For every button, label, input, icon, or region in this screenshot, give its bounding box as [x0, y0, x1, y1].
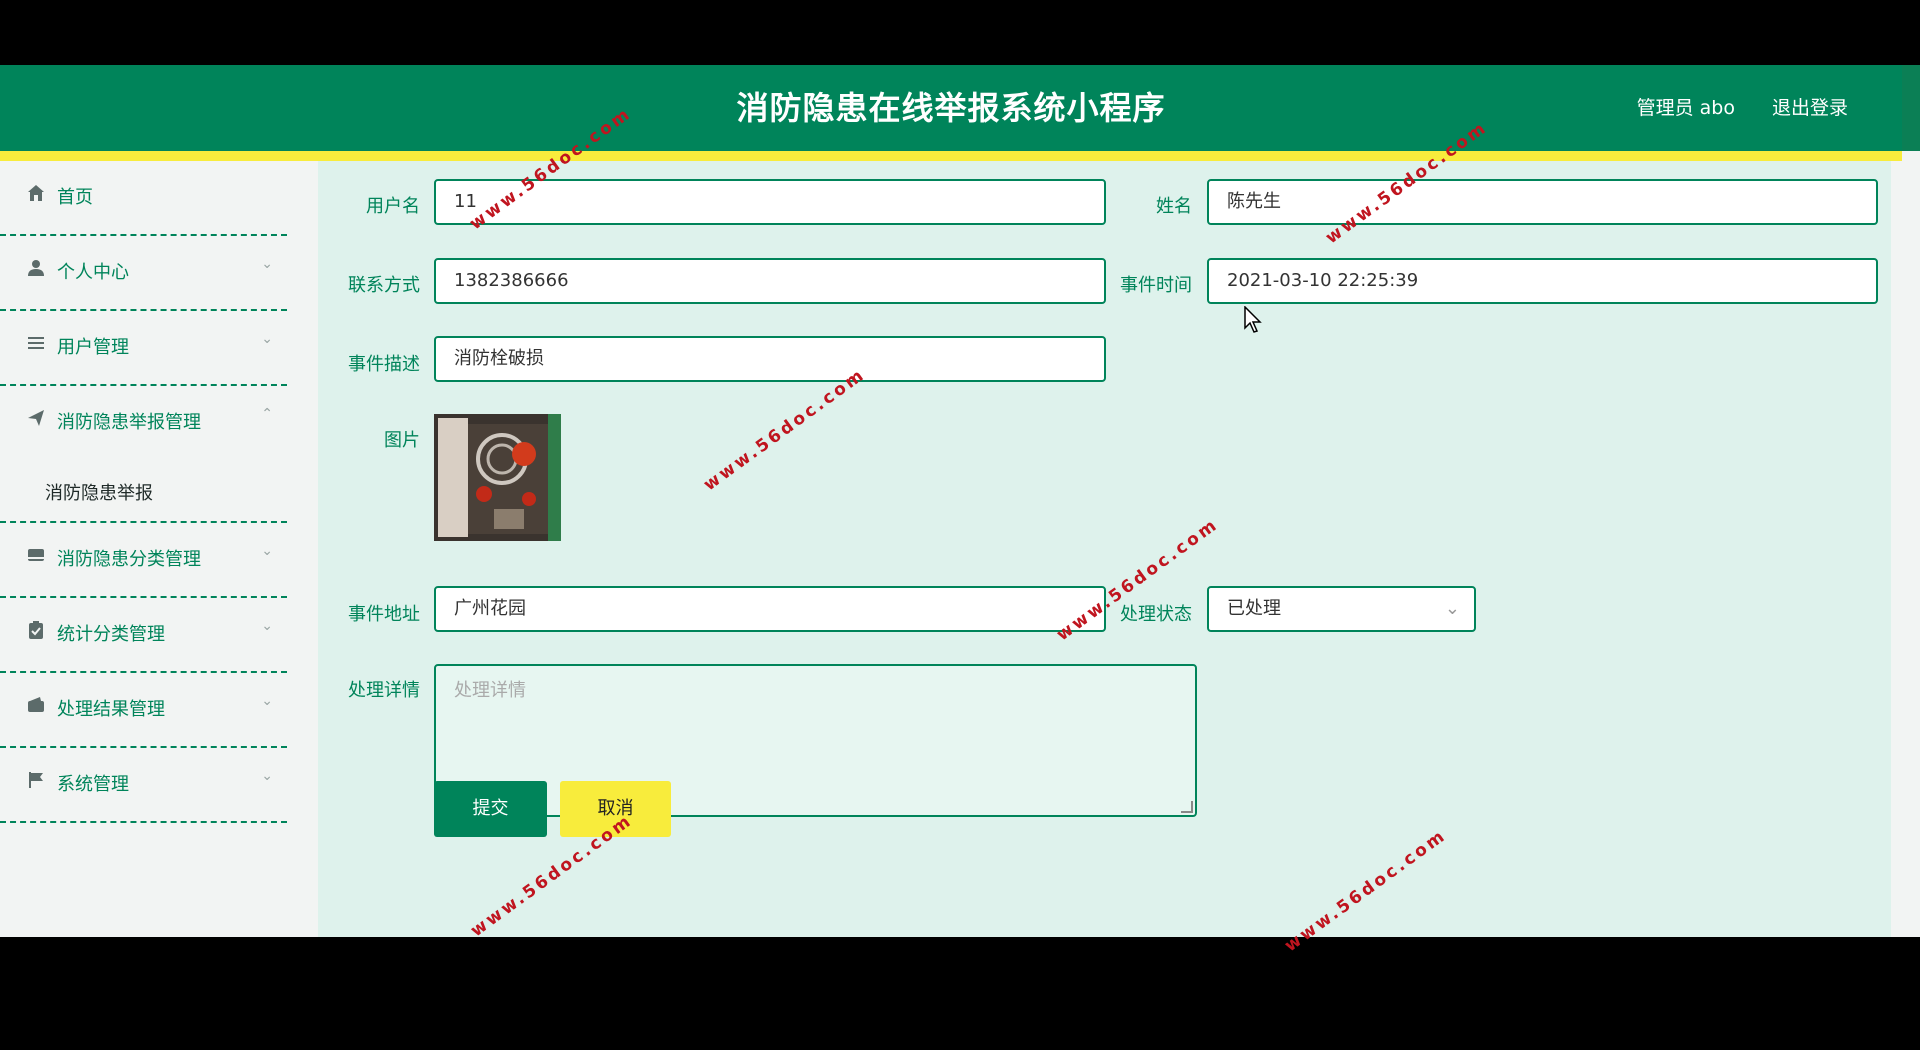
- status-select[interactable]: 已处理 ⌄: [1207, 586, 1476, 632]
- header-scroll-strip: [1902, 65, 1920, 151]
- uploaded-image-thumbnail[interactable]: [434, 414, 561, 541]
- clipboard-icon: [26, 620, 46, 640]
- sidebar-subitem-report[interactable]: 消防隐患举报: [0, 459, 287, 523]
- image-label: 图片: [384, 430, 420, 451]
- sidebar-item-label: 用户管理: [57, 337, 129, 358]
- chevron-up-icon: ⌃: [261, 406, 273, 422]
- top-header: 消防隐患在线举报系统小程序 管理员 abo 退出登录: [0, 65, 1902, 151]
- yellow-divider: [0, 151, 1902, 161]
- phone-field[interactable]: 1382386666: [434, 258, 1106, 304]
- sidebar-item-statistics-management[interactable]: 统计分类管理 ⌄: [0, 598, 287, 673]
- chevron-down-icon: ⌄: [261, 543, 273, 559]
- admin-label: 管理员 abo: [1636, 97, 1735, 119]
- username-label: 用户名: [366, 196, 420, 217]
- event-time-label: 事件时间: [1120, 275, 1192, 296]
- details-textarea[interactable]: 处理详情: [434, 664, 1197, 817]
- submit-button[interactable]: 提交: [434, 781, 547, 837]
- sidebar-item-label: 个人中心: [57, 262, 129, 283]
- sidebar-item-personal-center[interactable]: 个人中心 ⌄: [0, 236, 287, 311]
- resize-handle-icon[interactable]: [1181, 801, 1193, 813]
- name-field[interactable]: 陈先生: [1207, 179, 1878, 225]
- list-icon: [26, 333, 46, 353]
- sidebar-item-report-management[interactable]: 消防隐患举报管理 ⌃: [0, 386, 287, 459]
- chevron-down-icon: ⌄: [261, 618, 273, 634]
- address-label: 事件地址: [348, 604, 420, 625]
- chevron-down-icon: ⌄: [261, 331, 273, 347]
- sidebar-item-home[interactable]: 首页: [0, 161, 287, 236]
- flag-icon: [26, 770, 46, 790]
- details-label: 处理详情: [348, 680, 420, 701]
- sidebar-item-label: 消防隐患分类管理: [57, 549, 201, 570]
- sidebar-item-system-management[interactable]: 系统管理 ⌄: [0, 748, 287, 823]
- phone-label: 联系方式: [348, 275, 420, 296]
- sidebar-item-label: 消防隐患举报管理: [57, 412, 201, 433]
- home-icon: [26, 183, 46, 203]
- sidebar-item-label: 统计分类管理: [57, 624, 165, 645]
- sidebar-item-result-management[interactable]: 处理结果管理 ⌄: [0, 673, 287, 748]
- box-icon: [26, 545, 46, 565]
- description-label: 事件描述: [348, 354, 420, 375]
- chevron-down-icon: ⌄: [261, 256, 273, 272]
- status-select-value: 已处理: [1227, 598, 1281, 619]
- chevron-down-icon: ⌄: [1444, 598, 1460, 619]
- sidebar-item-user-management[interactable]: 用户管理 ⌄: [0, 311, 287, 386]
- sidebar-item-label: 首页: [57, 187, 93, 208]
- user-icon: [26, 258, 46, 278]
- details-placeholder: 处理详情: [454, 680, 526, 701]
- name-label: 姓名: [1156, 196, 1192, 217]
- chevron-down-icon: ⌄: [261, 768, 273, 784]
- chevron-down-icon: ⌄: [261, 693, 273, 709]
- address-field[interactable]: 广州花园: [434, 586, 1106, 632]
- sidebar-item-label: 处理结果管理: [57, 699, 165, 720]
- sidebar: 首页 个人中心 ⌄ 用户管理 ⌄ 消防隐患举报管理 ⌃ 消防隐患举报 消防隐患分…: [0, 161, 287, 937]
- sidebar-item-label: 系统管理: [57, 774, 129, 795]
- mouse-cursor-icon: [1244, 306, 1262, 333]
- sidebar-subitem-label: 消防隐患举报: [45, 483, 153, 504]
- sidebar-item-category-management[interactable]: 消防隐患分类管理 ⌄: [0, 523, 287, 598]
- logout-link[interactable]: 退出登录: [1772, 93, 1848, 120]
- description-field[interactable]: 消防栓破损: [434, 336, 1106, 382]
- send-icon: [26, 408, 46, 428]
- wallet-icon: [26, 695, 46, 715]
- page-title: 消防隐患在线举报系统小程序: [736, 89, 1166, 127]
- event-time-field[interactable]: 2021-03-10 22:25:39: [1207, 258, 1878, 304]
